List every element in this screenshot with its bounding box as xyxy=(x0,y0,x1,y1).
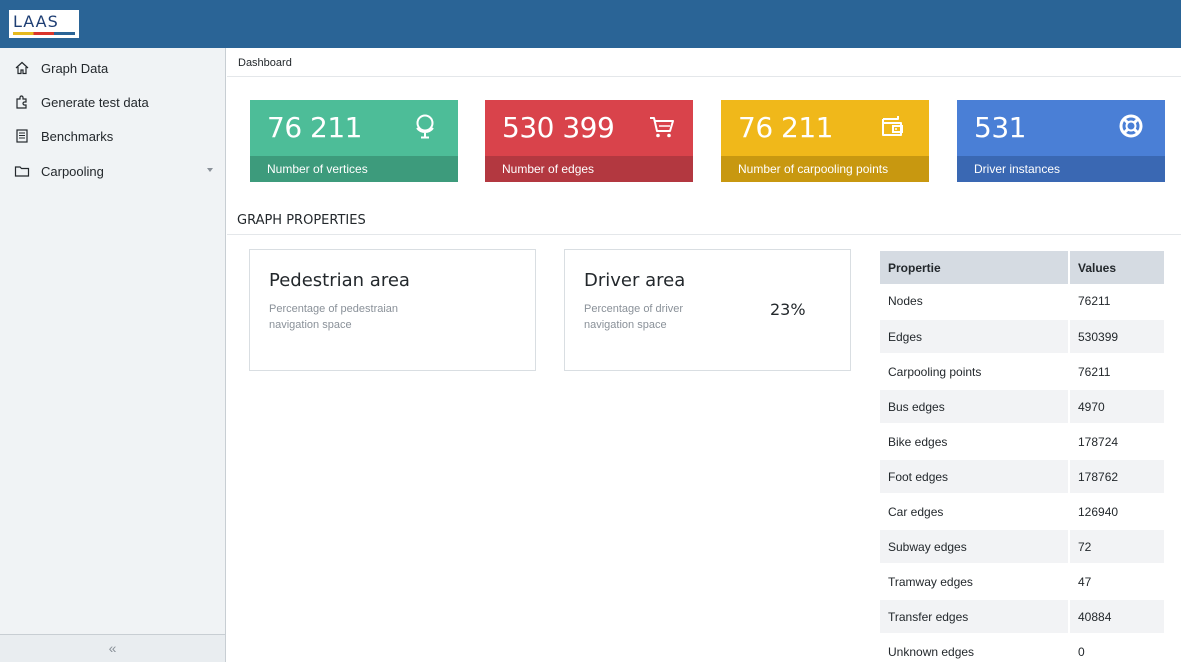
globe-icon xyxy=(411,112,439,140)
sidebar-item-label: Graph Data xyxy=(41,60,109,76)
property-value: 126940 xyxy=(1069,494,1164,530)
sidebar-item-benchmarks[interactable]: Benchmarks xyxy=(0,119,225,153)
column-header-values: Values xyxy=(1069,251,1164,284)
sidebar-item-carpooling[interactable]: Carpooling xyxy=(0,154,225,188)
property-value: 72 xyxy=(1069,529,1164,565)
stat-value: 76 211 xyxy=(267,111,362,144)
property-name: Transfer edges xyxy=(880,599,1070,635)
property-value: 47 xyxy=(1069,564,1164,600)
property-value: 178724 xyxy=(1069,424,1164,460)
property-name: Nodes xyxy=(880,284,1070,320)
table-row: Transfer edges 40884 xyxy=(880,599,1164,635)
stat-value: 531 xyxy=(974,111,1026,144)
sidebar: Graph Data Generate test data Benchmarks… xyxy=(0,48,226,662)
sidebar-collapse-button[interactable]: « xyxy=(0,634,225,662)
property-name: Carpooling points xyxy=(880,354,1070,390)
logo-color-bar xyxy=(13,32,75,35)
folder-icon xyxy=(14,163,30,179)
sidebar-item-label: Benchmarks xyxy=(41,128,114,144)
logo-text: LAAS xyxy=(13,12,59,31)
table-row: Nodes 76211 xyxy=(880,284,1164,320)
stat-value: 530 399 xyxy=(502,111,615,144)
property-name: Subway edges xyxy=(880,529,1070,565)
panel-subtitle: Percentage of pedestraian navigation spa… xyxy=(269,303,399,331)
panel-title: Driver area xyxy=(584,270,686,291)
pedestrian-area-panel: Pedestrian area Percentage of pedestraia… xyxy=(249,249,536,371)
sidebar-item-graph-data[interactable]: Graph Data xyxy=(0,51,225,85)
sidebar-item-label: Carpooling xyxy=(41,163,104,179)
stat-card-vertices: 76 211 Number of vertices xyxy=(250,100,458,182)
driver-area-panel: Driver area Percentage of driver navigat… xyxy=(564,249,851,371)
table-row: Unknown edges 0 xyxy=(880,634,1164,662)
stat-card-carpooling-points: 76 211 Number of carpooling points xyxy=(721,100,929,182)
section-title: GRAPH PROPERTIES xyxy=(237,213,366,228)
property-name: Car edges xyxy=(880,494,1070,530)
document-icon xyxy=(14,128,30,144)
graph-properties-table: Propertie Values Nodes 76211 Edges 530399 … xyxy=(880,251,1164,662)
stat-card-edges: 530 399 Number of edges xyxy=(485,100,693,182)
property-name: Tramway edges xyxy=(880,564,1070,600)
puzzle-icon xyxy=(14,94,30,110)
property-value: 178762 xyxy=(1069,459,1164,495)
property-name: Unknown edges xyxy=(880,634,1070,662)
table-row: Tramway edges 47 xyxy=(880,564,1164,600)
property-name: Foot edges xyxy=(880,459,1070,495)
property-name: Bus edges xyxy=(880,389,1070,425)
breadcrumb-item-dashboard[interactable]: Dashboard xyxy=(238,57,292,69)
lifebuoy-icon xyxy=(1117,112,1145,140)
stat-label: Driver instances xyxy=(957,156,1165,182)
breadcrumb: Dashboard xyxy=(227,48,1181,77)
table-row: Subway edges 72 xyxy=(880,529,1164,565)
stat-value: 76 211 xyxy=(738,111,833,144)
stat-label: Number of edges xyxy=(485,156,693,182)
column-header-propertie: Propertie xyxy=(880,251,1070,284)
table-row: Car edges 126940 xyxy=(880,494,1164,530)
panel-subtitle: Percentage of driver navigation space xyxy=(584,303,684,331)
cart-icon xyxy=(648,112,676,140)
property-value: 76211 xyxy=(1069,284,1164,320)
panel-value: 23% xyxy=(770,300,806,319)
stat-label: Number of vertices xyxy=(250,156,458,182)
table-row: Foot edges 178762 xyxy=(880,459,1164,495)
property-value: 0 xyxy=(1069,634,1164,662)
table-row: Edges 530399 xyxy=(880,319,1164,355)
table-row: Carpooling points 76211 xyxy=(880,354,1164,390)
table-header-row: Propertie Values xyxy=(880,251,1164,284)
property-name: Edges xyxy=(880,319,1070,355)
app-header: LAAS xyxy=(0,0,1181,48)
stat-card-driver-instances: 531 Driver instances xyxy=(957,100,1165,182)
stat-label: Number of carpooling points xyxy=(721,156,929,182)
sidebar-item-generate-test-data[interactable]: Generate test data xyxy=(0,85,225,119)
laas-logo[interactable]: LAAS xyxy=(9,10,79,38)
property-name: Bike edges xyxy=(880,424,1070,460)
panel-title: Pedestrian area xyxy=(269,270,410,291)
property-value: 530399 xyxy=(1069,319,1164,355)
property-value: 40884 xyxy=(1069,599,1164,635)
home-icon xyxy=(14,60,30,76)
property-value: 4970 xyxy=(1069,389,1164,425)
table-row: Bus edges 4970 xyxy=(880,389,1164,425)
wallet-icon xyxy=(878,112,906,140)
section-divider xyxy=(227,234,1181,235)
sidebar-item-label: Generate test data xyxy=(41,94,149,110)
table-row: Bike edges 178724 xyxy=(880,424,1164,460)
property-value: 76211 xyxy=(1069,354,1164,390)
chevron-down-icon[interactable] xyxy=(207,168,213,172)
